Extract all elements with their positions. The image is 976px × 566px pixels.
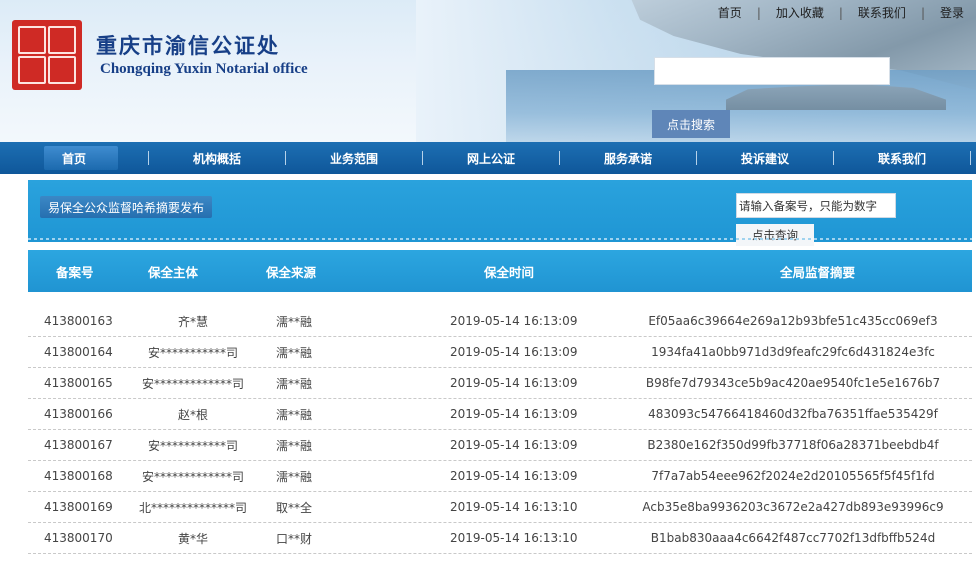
nav-item-complaints[interactable]: 投诉建议 (697, 142, 833, 174)
header-search-input[interactable] (654, 57, 890, 85)
nav-item-label: 联系我们 (877, 151, 926, 166)
nav-item-label: 机构概括 (192, 151, 241, 166)
cell-source: 口**财 (276, 531, 313, 546)
nav-item-overview[interactable]: 机构概括 (149, 142, 285, 174)
nav-separator (970, 151, 971, 165)
table-row: 413800164 安***********司 濡**融 2019-05-14 … (28, 337, 972, 368)
band-title-button[interactable]: 易保全公众监督哈希摘要发布 (40, 196, 213, 218)
table-row: 413800167 安***********司 濡**融 2019-05-14 … (28, 430, 972, 461)
top-link-favorite[interactable]: 加入收藏 (761, 4, 839, 21)
top-links: 首页 | 加入收藏 | 联系我们 | 登录 (703, 4, 964, 21)
table-header: 备案号 保全主体 保全来源 保全时间 全局监督摘要 (28, 250, 972, 292)
cell-subject: 赵*根 (177, 407, 208, 422)
header-search-button[interactable]: 点击搜索 (652, 110, 730, 138)
nav-item-label: 投诉建议 (740, 151, 789, 166)
table-body: 413800163 齐*慧 濡**融 2019-05-14 16:13:09 E… (28, 306, 972, 554)
cell-digest: Acb35e8ba9936203c3672e2a427db893e93996c9 (642, 500, 944, 514)
table-row: 413800169 北**************司 取**全 2019-05-… (28, 492, 972, 523)
table-row: 413800165 安*************司 濡**融 2019-05-1… (28, 368, 972, 399)
top-link-home[interactable]: 首页 (703, 4, 757, 21)
nav-item-home[interactable]: 首页 (0, 142, 148, 174)
nav-item-label: 网上公证 (466, 151, 515, 166)
cell-subject: 齐*慧 (177, 314, 208, 329)
record-number-input[interactable]: 请输入备案号，只能为数字 (736, 193, 896, 218)
nav-item-commitment[interactable]: 服务承诺 (560, 142, 696, 174)
top-link-login[interactable]: 登录 (925, 4, 964, 21)
cell-source: 濡**融 (276, 438, 313, 453)
logo-seal-icon (12, 20, 82, 90)
nav-item-label: 业务范围 (329, 151, 378, 166)
cell-time: 2019-05-14 16:13:09 (450, 438, 578, 452)
cell-time: 2019-05-14 16:13:09 (450, 345, 578, 359)
cell-digest: 483093c54766418460d32fba76351ffae535429f (648, 407, 938, 421)
table-row: 413800168 安*************司 濡**融 2019-05-1… (28, 461, 972, 492)
nav-item-label: 服务承诺 (603, 151, 652, 166)
notice-band: 易保全公众监督哈希摘要发布 请输入备案号，只能为数字 点击查询 (28, 180, 972, 246)
band-divider (28, 238, 972, 240)
cell-digest: 1934fa41a0bb971d3d9feafc29fc6d431824e3fc (651, 345, 935, 359)
cell-time: 2019-05-14 16:13:09 (450, 469, 578, 483)
nav-item-contact[interactable]: 联系我们 (834, 142, 970, 174)
org-name-cn: 重庆市渝信公证处 (96, 33, 280, 58)
column-header-record-number: 备案号 (56, 264, 94, 280)
cell-subject: 安*************司 (141, 376, 244, 391)
cell-subject: 安***********司 (147, 345, 238, 360)
cell-subject: 北**************司 (138, 500, 247, 515)
cell-source: 濡**融 (276, 469, 313, 484)
nav-item-label: 首页 (61, 151, 86, 166)
org-name-en: Chongqing Yuxin Notarial office (100, 61, 308, 77)
table-row: 413800166 赵*根 濡**融 2019-05-14 16:13:09 4… (28, 399, 972, 430)
table-row: 413800163 齐*慧 濡**融 2019-05-14 16:13:09 E… (28, 306, 972, 337)
cell-digest: Ef05aa6c39664e269a12b93bfe51c435cc069ef3 (648, 314, 938, 328)
top-link-contact[interactable]: 联系我们 (843, 4, 921, 21)
cell-source: 濡**融 (276, 407, 313, 422)
cell-digest: 7f7a7ab54eee962f2024e2d20105565f5f45f1fd (651, 469, 935, 483)
column-header-subject: 保全主体 (148, 264, 199, 280)
nav-item-online-notary[interactable]: 网上公证 (423, 142, 559, 174)
cell-digest: B2380e162f350d99fb37718f06a28371beebdb4f (647, 438, 939, 452)
cell-source: 濡**融 (276, 314, 313, 329)
column-header-time: 保全时间 (484, 264, 535, 280)
cell-digest: B98fe7d79343ce5b9ac420ae9540fc1e5e1676b7 (645, 376, 941, 390)
nav-item-services[interactable]: 业务范围 (286, 142, 422, 174)
cell-digest: B1bab830aaa4c6642f487cc7702f13dfbffb524d (650, 531, 936, 545)
column-header-source: 保全来源 (266, 264, 317, 280)
cell-subject: 安***********司 (147, 438, 238, 453)
cell-subject: 安*************司 (141, 469, 244, 484)
cell-subject: 黄*华 (177, 531, 208, 546)
main-nav: 首页 机构概括 业务范围 网上公证 服务承诺 投诉建议 联系我们 (0, 142, 976, 174)
site-header: 重庆市渝信公证处 Chongqing Yuxin Notarial office… (0, 0, 976, 142)
cell-time: 2019-05-14 16:13:09 (450, 407, 578, 421)
cell-source: 濡**融 (276, 345, 313, 360)
cell-source: 取**全 (276, 500, 313, 515)
cell-source: 濡**融 (276, 376, 313, 391)
query-button[interactable]: 点击查询 (736, 224, 814, 246)
column-header-digest: 全局监督摘要 (780, 264, 856, 280)
cell-time: 2019-05-14 16:13:09 (450, 314, 578, 328)
cell-time: 2019-05-14 16:13:09 (450, 376, 578, 390)
table-row: 413800170 黄*华 口**财 2019-05-14 16:13:10 B… (28, 523, 972, 554)
cell-time: 2019-05-14 16:13:10 (450, 500, 578, 514)
cell-time: 2019-05-14 16:13:10 (450, 531, 578, 545)
